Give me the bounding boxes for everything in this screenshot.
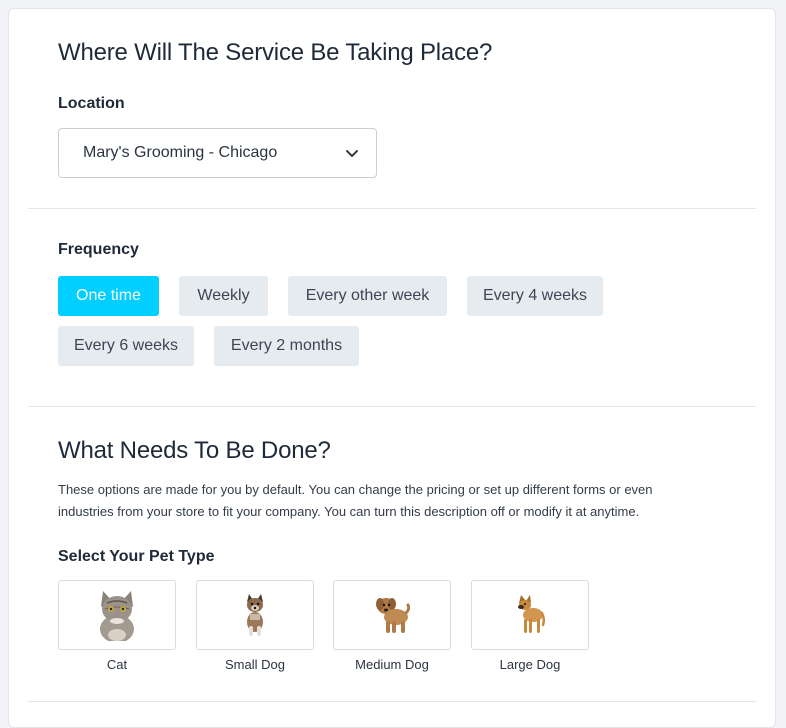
pet-option-label: Large Dog [499, 657, 561, 672]
pet-type-label: Select Your Pet Type [58, 548, 215, 565]
section-divider [28, 701, 756, 702]
location-select-value: Mary's Grooming - Chicago [83, 144, 278, 161]
location-select[interactable]: Mary's Grooming - Chicago [58, 128, 377, 178]
pet-option-small-dog[interactable]: Small Dog [196, 580, 314, 672]
service-description-line: These options are made for you by defaul… [58, 482, 653, 497]
cat-icon [100, 591, 134, 641]
location-section-title: Where Will The Service Be Taking Place? [58, 39, 493, 66]
frequency-option-every-2-months[interactable]: Every 2 months [214, 326, 359, 366]
frequency-option-every-6-weeks[interactable]: Every 6 weeks [58, 326, 194, 366]
frequency-option-every-4-weeks[interactable]: Every 4 weeks [467, 276, 603, 316]
pet-option-label: Cat [106, 657, 128, 672]
frequency-option-weekly[interactable]: Weekly [179, 276, 268, 316]
frequency-label: Frequency [58, 241, 139, 258]
pet-option-label: Small Dog [225, 657, 285, 672]
frequency-option-one-time[interactable]: One time [58, 276, 159, 316]
pet-option-medium-dog[interactable]: Medium Dog [333, 580, 451, 672]
booking-form-card: Where Will The Service Be Taking Place? … [8, 8, 776, 728]
frequency-option-every-other-week[interactable]: Every other week [288, 276, 447, 316]
section-divider [28, 208, 756, 209]
pet-option-cat[interactable]: Cat [58, 580, 176, 672]
pet-option-label: Medium Dog [355, 657, 429, 672]
section-divider [28, 406, 756, 407]
chevron-down-icon [346, 150, 358, 157]
service-description: These options are made for you by defaul… [58, 479, 718, 523]
small-dog-icon [247, 594, 263, 636]
pet-option-large-dog[interactable]: Large Dog [471, 580, 589, 672]
location-label: Location [58, 95, 125, 112]
large-dog-icon [518, 595, 545, 633]
medium-dog-icon [376, 598, 410, 633]
service-section-title: What Needs To Be Done? [58, 437, 331, 464]
service-description-line: industries from your store to fit your c… [58, 504, 640, 519]
